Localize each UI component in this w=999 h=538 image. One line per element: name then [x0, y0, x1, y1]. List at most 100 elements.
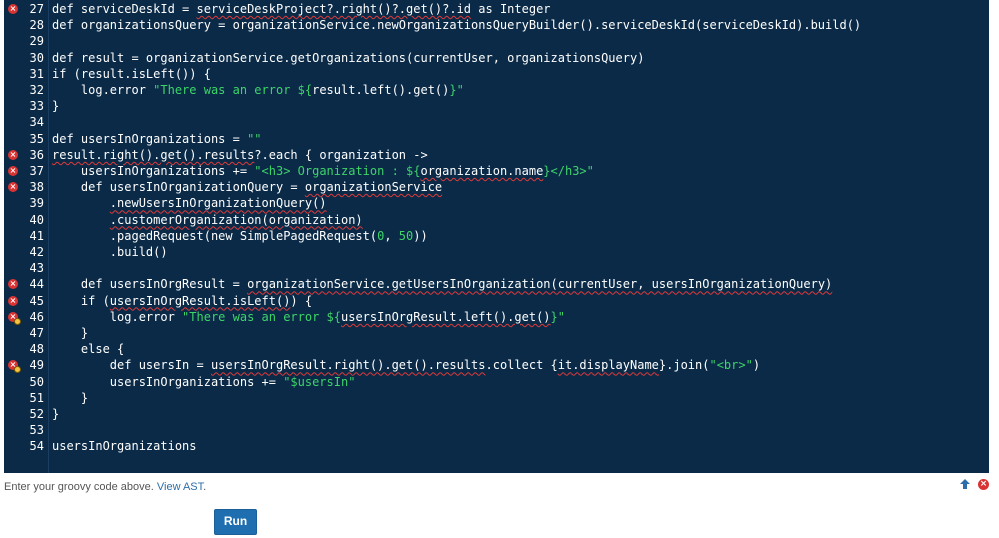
code-line: 41 .pagedRequest(new SimplePagedRequest(… — [4, 228, 984, 244]
line-number: 38 — [29, 180, 44, 195]
error-marker-icon[interactable]: × — [8, 360, 21, 374]
code-token: def usersInOrganizations = — [52, 131, 248, 146]
code-line: 42 .build() — [4, 244, 984, 260]
code-token: def result = organizationService.getOrga… — [52, 50, 645, 65]
code-token: usersInOrgResult.isLeft() — [109, 293, 291, 308]
code-line: × 44 def usersInOrgResult = organizationS… — [4, 276, 984, 292]
code-line: 34 — [4, 114, 984, 130]
code-token: organizationService — [304, 180, 443, 195]
run-button[interactable]: Run — [214, 509, 257, 535]
code-token: "" — [247, 131, 262, 146]
line-number: 36 — [29, 147, 44, 162]
code-token: as Integer — [471, 2, 551, 16]
line-code: .customerOrganization(organization) — [52, 212, 363, 228]
line-code: def usersInOrgResult = organizationServi… — [52, 276, 832, 292]
code-line: 53 — [4, 422, 984, 438]
code-token: 50 — [398, 228, 414, 243]
editor-hint: Enter your groovy code above. View AST. — [4, 481, 206, 493]
code-token: result.right().get().results — [52, 147, 255, 162]
line-number: 54 — [29, 439, 44, 454]
code-token: "<h3> Organization : ${ — [254, 164, 421, 178]
close-icon[interactable]: × — [978, 479, 989, 490]
line-number: 47 — [29, 326, 44, 340]
code-token: usersInOrgResult.left().get() — [341, 309, 551, 324]
error-marker-icon[interactable]: × — [8, 311, 21, 325]
line-code: def usersInOrganizationQuery = organizat… — [52, 179, 442, 195]
error-marker-icon[interactable]: × — [8, 279, 18, 290]
code-token: result.left().get() — [312, 83, 450, 97]
code-line: 29 — [4, 33, 984, 49]
code-token: usersInOrganizations — [52, 439, 197, 454]
line-number: 51 — [29, 390, 44, 405]
line-code: def serviceDeskId = serviceDeskProject?.… — [52, 1, 551, 17]
code-line: × 38 def usersInOrganizationQuery = organ… — [4, 179, 984, 195]
line-number: 31 — [29, 66, 44, 81]
code-line: 40 .customerOrganization(organization) — [4, 212, 984, 228]
code-token: def organizationsQuery = organizationSer… — [52, 18, 862, 33]
view-ast-link[interactable]: View AST — [157, 481, 203, 493]
error-marker-icon[interactable]: × — [8, 149, 18, 160]
code-line: 54 usersInOrganizations — [4, 438, 984, 454]
line-number: 53 — [29, 423, 44, 438]
code-token: usersInOrganizations += — [52, 164, 255, 178]
line-number: 44 — [29, 277, 44, 292]
error-marker-icon[interactable]: × — [8, 182, 18, 193]
line-number: 27 — [29, 2, 44, 16]
code-token: ?.each { organization -> — [254, 147, 428, 162]
code-line: 33} — [4, 98, 984, 114]
code-editor[interactable]: × 27 def serviceDeskId = serviceDeskProjec… — [4, 0, 989, 473]
line-number: 52 — [29, 407, 44, 421]
error-marker-icon[interactable]: × — [8, 295, 18, 306]
code-line: 52} — [4, 406, 984, 422]
code-token: serviceDeskProject?.right()?.get()?.id — [196, 2, 472, 16]
editor-hint-end: . — [203, 481, 207, 493]
line-number: 46 — [29, 309, 44, 324]
code-token: } — [52, 407, 60, 421]
code-token: } — [52, 390, 89, 405]
code-token: , — [384, 228, 399, 243]
code-line: 47 } — [4, 325, 984, 341]
line-code: result.right().get().results?.each { org… — [52, 147, 428, 163]
line-code: } — [52, 98, 59, 114]
code-token: def serviceDeskId = — [52, 2, 197, 16]
code-line: 28 def organizationsQuery = organizationS… — [4, 17, 984, 33]
line-code: if (usersInOrgResult.isLeft()) { — [52, 293, 312, 309]
code-token: "$usersIn" — [283, 374, 356, 389]
error-marker-icon[interactable]: × — [8, 4, 18, 14]
code-line: 39 .newUsersInOrganizationQuery() — [4, 195, 984, 211]
code-token: organization.name — [420, 164, 544, 178]
code-token: } — [52, 99, 60, 114]
code-line: × 49 def usersIn = usersInOrgResult.right… — [4, 357, 984, 374]
code-line: 30 def result = organizationService.getOr… — [4, 50, 984, 66]
code-token: else { — [52, 342, 125, 357]
code-token: usersInOrgResult.right().get().results — [210, 358, 486, 373]
code-line: 43 — [4, 260, 984, 276]
code-line: × 46 log.error "There was an error ${user… — [4, 309, 984, 325]
code-token: if ( — [52, 293, 110, 308]
error-marker-icon[interactable]: × — [8, 166, 18, 176]
code-line: × 36 result.right().get().results?.each { … — [4, 147, 984, 163]
line-number: 43 — [29, 261, 44, 276]
code-token: def usersInOrganizationQuery = — [52, 180, 305, 195]
line-code: .pagedRequest(new SimplePagedRequest(0, … — [52, 228, 428, 244]
code-token: )) — [413, 228, 428, 243]
line-number: 28 — [29, 18, 44, 33]
line-number: 42 — [29, 245, 44, 259]
code-token: } — [52, 326, 89, 340]
code-token: .newUsersInOrganizationQuery() — [109, 196, 327, 211]
code-token: if (result.isLeft()) { — [52, 66, 211, 81]
line-number: 37 — [29, 164, 44, 178]
scroll-to-top-icon[interactable] — [957, 476, 973, 492]
line-number: 41 — [29, 228, 44, 243]
line-number: 34 — [29, 115, 44, 130]
code-token: }.join( — [658, 358, 710, 373]
line-number: 35 — [29, 131, 44, 146]
code-token: it.displayName — [557, 358, 659, 373]
code-token: "<br>" — [709, 358, 753, 373]
line-number: 33 — [29, 99, 44, 114]
line-number: 30 — [29, 50, 44, 65]
code-token: usersInOrganizations += — [52, 374, 284, 389]
line-number: 32 — [29, 83, 44, 97]
code-token: }" — [449, 83, 464, 97]
